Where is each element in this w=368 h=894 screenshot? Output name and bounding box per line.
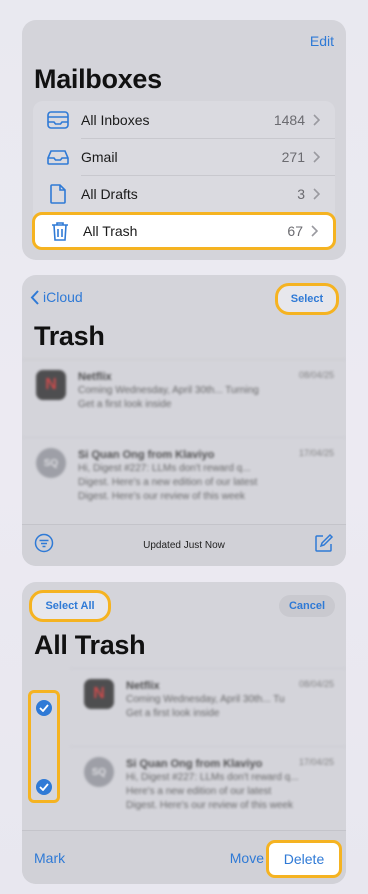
mailbox-list: All Inboxes 1484 Gmail 271 All Drafts 3 … xyxy=(32,101,336,250)
message-date: 08/04/25 xyxy=(298,679,334,689)
document-icon xyxy=(43,183,73,204)
mailbox-count: 3 xyxy=(297,185,305,202)
message-preview: Here's a new edition of our latest xyxy=(126,786,272,797)
mailbox-label: All Drafts xyxy=(81,185,138,202)
page-title: Trash xyxy=(34,321,105,351)
inbox-icon xyxy=(43,149,73,165)
mailbox-item-all-inboxes[interactable]: All Inboxes 1484 xyxy=(33,101,335,138)
mailbox-count: 271 xyxy=(281,148,305,165)
checkbox-checked[interactable] xyxy=(36,779,52,795)
message-preview: Digest. Here's a new edition of our late… xyxy=(78,477,258,488)
list-item[interactable]: N Netflix 08/04/25 Coming Wednesday, Apr… xyxy=(70,668,346,746)
trash-panel: iCloud Select Trash N Netflix 08/04/25 C… xyxy=(22,275,346,566)
delete-button[interactable]: Delete xyxy=(266,840,342,878)
message-list: N Netflix 08/04/25 Coming Wednesday, Apr… xyxy=(22,359,346,522)
tray-icon xyxy=(43,110,73,129)
message-subject: Hi, Digest #227: LLMs don't reward q... xyxy=(126,772,299,783)
mailbox-count: 67 xyxy=(287,223,303,239)
list-item[interactable]: SQ Si Quan Ong from Klaviyo 17/04/25 Hi,… xyxy=(70,746,346,834)
page-title: All Trash xyxy=(34,630,146,660)
message-date: 17/04/25 xyxy=(298,757,334,767)
select-all-button[interactable]: Select All xyxy=(29,590,111,622)
checkmark-icon xyxy=(39,704,49,712)
bottom-toolbar: Updated Just Now xyxy=(22,524,346,566)
page-title: Mailboxes xyxy=(34,64,162,94)
mailbox-item-all-trash[interactable]: All Trash 67 xyxy=(32,212,336,250)
select-button[interactable]: Select xyxy=(275,283,339,315)
message-sender: Netflix xyxy=(78,371,112,383)
message-preview: Digest. Here's our review of this week xyxy=(126,800,293,811)
edit-button[interactable]: Edit xyxy=(310,33,334,49)
checkbox-checked[interactable] xyxy=(36,700,52,716)
message-subject: Coming Wednesday, April 30th... Turning xyxy=(78,385,259,396)
list-item[interactable]: SQ Si Quan Ong from Klaviyo 17/04/25 Hi,… xyxy=(22,437,346,522)
message-subject: Hi, Digest #227: LLMs don't reward q... xyxy=(78,463,251,474)
cancel-button[interactable]: Cancel xyxy=(279,595,335,617)
all-trash-panel: Select All Cancel All Trash N Netflix 08… xyxy=(22,582,346,884)
back-button[interactable]: iCloud xyxy=(30,289,83,305)
mark-button[interactable]: Mark xyxy=(34,850,65,866)
avatar: N xyxy=(84,679,114,709)
chevron-right-icon xyxy=(313,113,327,126)
avatar: SQ xyxy=(36,448,66,478)
avatar: N xyxy=(36,370,66,400)
mailbox-item-gmail[interactable]: Gmail 271 xyxy=(33,138,335,175)
mailbox-item-all-drafts[interactable]: All Drafts 3 xyxy=(33,175,335,212)
move-button[interactable]: Move xyxy=(230,850,264,866)
back-label: iCloud xyxy=(43,289,83,305)
mailbox-label: All Trash xyxy=(83,223,138,239)
chevron-right-icon xyxy=(311,225,325,237)
avatar: SQ xyxy=(84,757,114,787)
chevron-left-icon xyxy=(30,289,39,305)
selection-column xyxy=(28,690,60,803)
message-sender: Netflix xyxy=(126,680,160,692)
mailbox-label: All Inboxes xyxy=(81,111,150,128)
mailbox-label: Gmail xyxy=(81,148,118,165)
message-preview: Get a first look inside xyxy=(78,399,172,410)
mailboxes-panel: Edit Mailboxes All Inboxes 1484 Gmail 27… xyxy=(22,20,346,260)
chevron-right-icon xyxy=(313,187,327,200)
chevron-right-icon xyxy=(313,150,327,163)
list-item[interactable]: N Netflix 08/04/25 Coming Wednesday, Apr… xyxy=(22,359,346,437)
trash-icon xyxy=(45,221,75,241)
message-preview: Digest. Here's our review of this week xyxy=(78,491,245,502)
mailbox-count: 1484 xyxy=(273,111,305,128)
message-subject: Coming Wednesday, April 30th... Tu xyxy=(126,694,285,705)
message-sender: Si Quan Ong from Klaviyo xyxy=(126,758,263,770)
status-text: Updated Just Now xyxy=(143,540,225,551)
message-list: N Netflix 08/04/25 Coming Wednesday, Apr… xyxy=(70,668,346,834)
message-sender: Si Quan Ong from Klaviyo xyxy=(78,449,215,461)
compose-icon[interactable] xyxy=(314,533,334,558)
checkmark-icon xyxy=(39,783,49,791)
message-preview: Get a first look inside xyxy=(126,708,220,719)
message-date: 17/04/25 xyxy=(298,448,334,458)
message-date: 08/04/25 xyxy=(298,370,334,380)
filter-icon[interactable] xyxy=(34,533,54,558)
